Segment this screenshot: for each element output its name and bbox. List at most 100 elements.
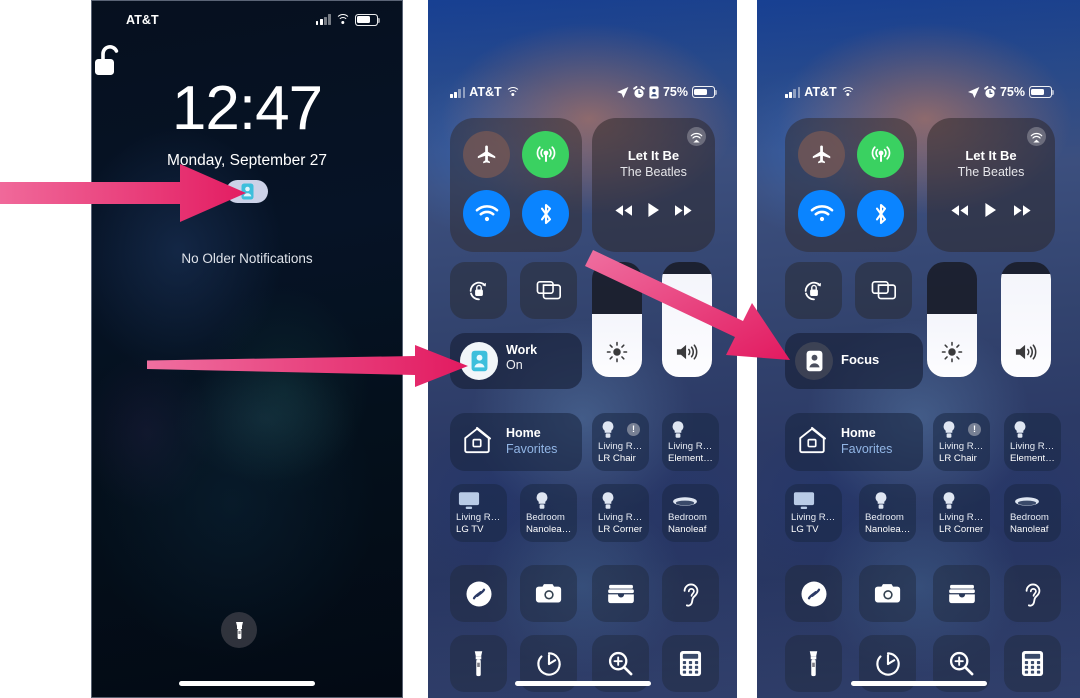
airplay-button[interactable] <box>1027 127 1046 146</box>
wifi-button[interactable] <box>463 190 510 237</box>
accessory-tile[interactable]: ! Living R… LR Chair <box>933 413 990 471</box>
accessory-tile[interactable]: Living R… LG TV <box>450 484 507 542</box>
home-indicator[interactable] <box>179 681 315 686</box>
fast-forward-button[interactable] <box>673 204 693 217</box>
home-indicator[interactable] <box>850 681 987 686</box>
bluetooth-button[interactable] <box>857 190 904 237</box>
camera-button[interactable] <box>859 565 916 622</box>
wifi-icon <box>840 86 856 98</box>
accessory-tile[interactable]: Living R… LG TV <box>785 484 842 542</box>
brightness-slider[interactable] <box>592 262 642 377</box>
now-playing-tile[interactable]: Let It Be The Beatles <box>592 118 715 252</box>
accessory-name-label: LR Chair <box>939 453 977 464</box>
screen-mirroring-button[interactable] <box>520 262 577 319</box>
calculator-button[interactable] <box>662 635 719 692</box>
wifi-icon <box>475 205 498 222</box>
flashlight-button[interactable] <box>221 612 257 648</box>
focus-person-badge-icon <box>471 350 487 372</box>
bluetooth-icon <box>540 203 551 224</box>
home-indicator[interactable] <box>514 681 651 686</box>
play-button[interactable] <box>984 202 997 218</box>
flashlight-button[interactable] <box>450 635 507 692</box>
volume-slider[interactable] <box>662 262 712 377</box>
rotation-lock-button[interactable] <box>785 262 842 319</box>
connectivity-tile[interactable] <box>785 118 917 252</box>
wallet-button[interactable] <box>933 565 990 622</box>
control-center-panel-work-on: AT&T 75% Let It Be The Beatles Work On H… <box>428 0 737 698</box>
magnifier-icon <box>608 651 633 676</box>
lock-screen-time: 12:47 <box>171 74 323 143</box>
no-older-notifications-label: No Older Notifications <box>181 251 313 266</box>
camera-icon <box>874 584 900 603</box>
shazam-button[interactable] <box>785 565 842 622</box>
accessory-name-label: Nanoleaf <box>668 524 707 535</box>
calculator-icon <box>1021 651 1044 676</box>
hearing-button[interactable] <box>662 565 719 622</box>
shazam-button[interactable] <box>450 565 507 622</box>
signal-bars-icon <box>315 14 331 26</box>
accessory-name-label: LG TV <box>456 524 484 535</box>
lightbulb-icon <box>534 491 550 512</box>
accessory-room-label: Bedroom <box>668 512 707 523</box>
accessory-warning-badge: ! <box>968 423 981 436</box>
accessory-room-label: Living R… <box>668 441 713 452</box>
timer-icon <box>875 651 900 676</box>
home-tile[interactable]: Home Favorites <box>785 413 923 471</box>
accessory-tile[interactable]: Bedroom Nanolea… <box>520 484 577 542</box>
fast-forward-button[interactable] <box>1012 204 1032 217</box>
flashlight-icon <box>809 650 818 676</box>
volume-slider[interactable] <box>1001 262 1051 377</box>
camera-icon <box>535 584 561 603</box>
nanoleaf-icon <box>1014 496 1040 507</box>
bluetooth-button[interactable] <box>522 190 569 237</box>
rotation-lock-icon <box>469 281 486 300</box>
accessory-tile[interactable]: Living R… Element… <box>1004 413 1061 471</box>
airplane-mode-button[interactable] <box>463 131 510 178</box>
control-center-panel-focus-off: AT&T 75% Let It Be The Beatles Focus Hom… <box>757 0 1080 698</box>
accessory-tile[interactable]: Bedroom Nanoleaf <box>1004 484 1061 542</box>
accessory-room-label: Living R… <box>791 512 836 523</box>
camera-button[interactable] <box>520 565 577 622</box>
accessory-room-label: Living R… <box>1010 441 1055 452</box>
screen-mirroring-button[interactable] <box>855 262 912 319</box>
accessory-tile[interactable]: Bedroom Nanolea… <box>859 484 916 542</box>
signal-bars-icon <box>450 86 466 98</box>
accessory-name-label: LR Corner <box>598 524 643 535</box>
brightness-icon <box>927 341 977 363</box>
cellular-data-icon <box>871 145 890 162</box>
calculator-button[interactable] <box>1004 635 1061 692</box>
control-center-status-bar-3: AT&T 75% <box>757 85 1080 102</box>
accessory-room-label: Living R… <box>598 512 643 523</box>
rewind-button[interactable] <box>614 204 634 217</box>
lock-screen-focus-pill[interactable] <box>226 180 268 203</box>
accessory-tile[interactable]: ! Living R… LR Chair <box>592 413 649 471</box>
wallet-button[interactable] <box>592 565 649 622</box>
accessory-name-label: Element… <box>1010 453 1055 464</box>
brightness-slider[interactable] <box>927 262 977 377</box>
rotation-lock-button[interactable] <box>450 262 507 319</box>
play-button[interactable] <box>647 202 660 218</box>
cellular-data-button[interactable] <box>857 131 904 178</box>
lightbulb-icon <box>873 491 889 512</box>
hearing-button[interactable] <box>1004 565 1061 622</box>
connectivity-tile[interactable] <box>450 118 582 252</box>
airplane-mode-icon <box>812 145 830 163</box>
cellular-data-button[interactable] <box>522 131 569 178</box>
accessory-tile[interactable]: Bedroom Nanoleaf <box>662 484 719 542</box>
now-playing-tile[interactable]: Let It Be The Beatles <box>927 118 1055 252</box>
airplay-button[interactable] <box>687 127 706 146</box>
accessory-name-label: LR Chair <box>598 453 636 464</box>
accessory-tile[interactable]: Living R… LR Corner <box>933 484 990 542</box>
lightbulb-icon <box>670 420 686 441</box>
focus-tile[interactable]: Work On <box>450 333 582 389</box>
accessory-tile[interactable]: Living R… Element… <box>662 413 719 471</box>
flashlight-button[interactable] <box>785 635 842 692</box>
wifi-icon <box>335 14 351 25</box>
rewind-button[interactable] <box>950 204 970 217</box>
wifi-button[interactable] <box>798 190 845 237</box>
airplane-mode-button[interactable] <box>798 131 845 178</box>
focus-tile[interactable]: Focus <box>785 333 923 389</box>
home-tile[interactable]: Home Favorites <box>450 413 582 471</box>
focus-name-label: Focus <box>841 352 880 367</box>
accessory-tile[interactable]: Living R… LR Corner <box>592 484 649 542</box>
